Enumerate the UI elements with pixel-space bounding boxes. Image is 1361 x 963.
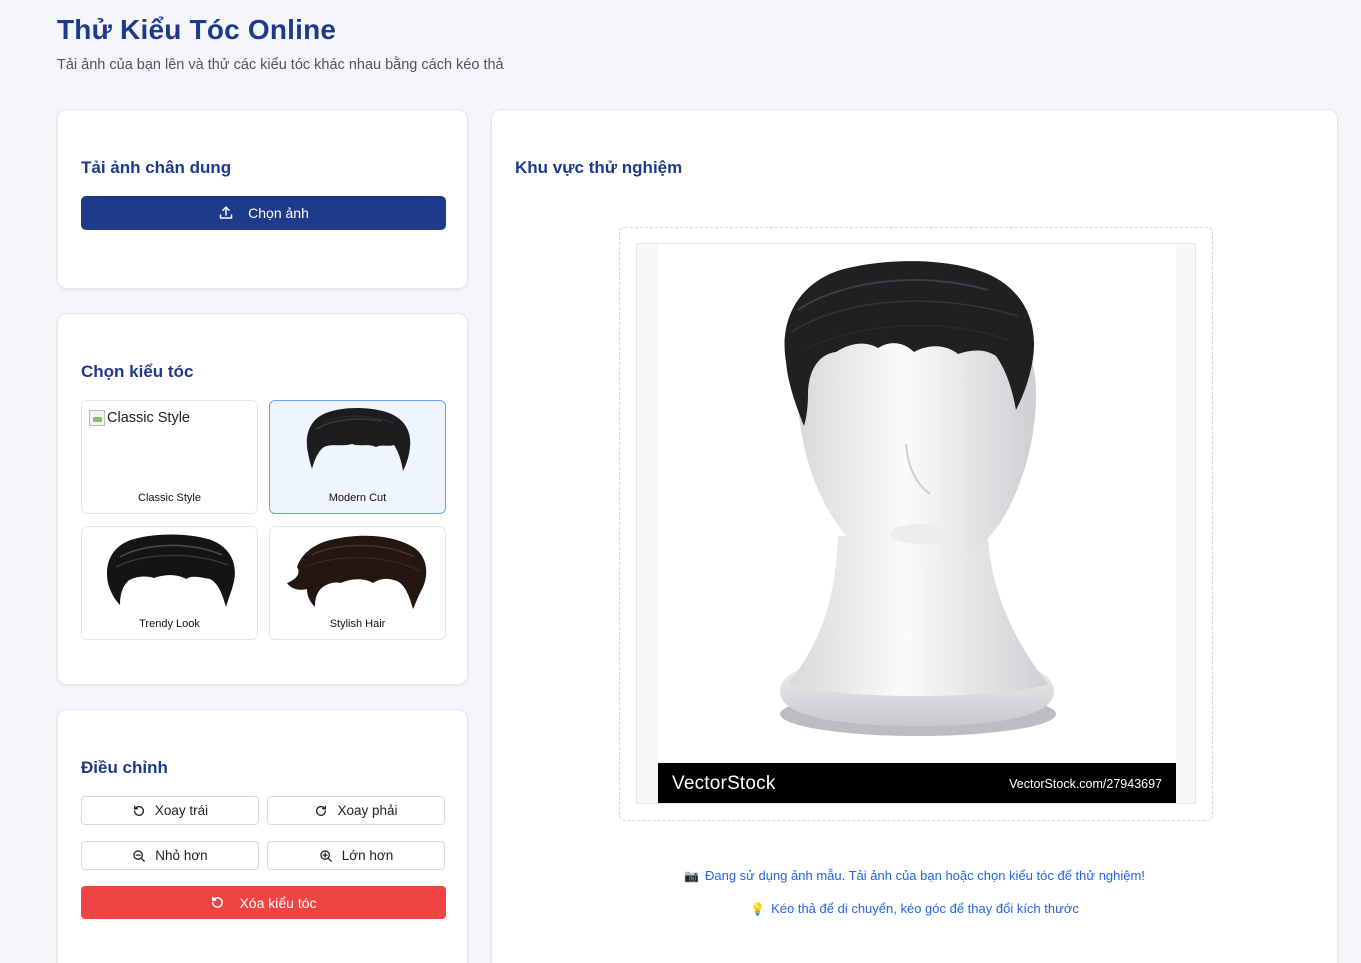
- page-title: Thử Kiểu Tóc Online: [57, 14, 337, 45]
- preview-stage[interactable]: VectorStock VectorStock.com/27943697: [636, 243, 1196, 804]
- test-area-title: Khu vực thử nghiệm: [515, 158, 683, 177]
- watermark-url: VectorStock.com/27943697: [1009, 776, 1162, 791]
- vectorstock-watermark: VectorStock VectorStock.com/27943697: [658, 763, 1176, 803]
- trendy-look-hair-image: [106, 534, 235, 607]
- upload-card: Tải ảnh chân dung Chọn ảnh: [57, 109, 468, 289]
- remove-hairstyle-label: Xóa kiểu tóc: [239, 894, 317, 911]
- lightbulb-icon: 💡: [750, 902, 766, 916]
- watermark-brand: VectorStock: [672, 772, 776, 794]
- hairstyle-label: Trendy Look: [139, 618, 200, 630]
- rotate-left-button[interactable]: Xoay trái: [81, 796, 259, 825]
- rotate-left-icon: [133, 805, 144, 816]
- camera-icon: 📷: [684, 869, 699, 883]
- hairstyle-option-trendy[interactable]: Trendy Look: [81, 526, 258, 640]
- upload-card-title: Tải ảnh chân dung: [81, 158, 232, 177]
- zoom-in-label: Lớn hơn: [341, 848, 394, 863]
- page: Thử Kiểu Tóc Online Tải ảnh của bạn lên …: [0, 0, 1361, 963]
- hairstyle-label: Stylish Hair: [329, 618, 386, 630]
- hairstyle-option-modern[interactable]: Modern Cut: [269, 400, 446, 514]
- stylish-hair-image: [286, 535, 426, 609]
- reset-icon: [212, 896, 224, 908]
- zoom-out-label: Nhỏ hơn: [155, 848, 208, 863]
- hairstyle-label: Classic Style: [138, 492, 201, 504]
- zoom-in-button[interactable]: Lớn hơn: [267, 841, 445, 870]
- broken-image-icon: [89, 410, 105, 426]
- zoom-out-icon: [133, 849, 146, 862]
- modern-cut-hair-image: [306, 408, 410, 471]
- adjust-card-title: Điều chỉnh: [81, 758, 168, 777]
- canvas-drop-zone[interactable]: VectorStock VectorStock.com/27943697: [619, 227, 1213, 821]
- sample-image-hint: 📷 Đang sử dụng ảnh mẫu. Tải ảnh của bạn h…: [492, 868, 1337, 883]
- page-subtitle: Tải ảnh của bạn lên và thử các kiểu tóc …: [57, 57, 504, 73]
- sample-image-hint-text: Đang sử dụng ảnh mẫu. Tải ảnh của bạn ho…: [704, 868, 1145, 883]
- hairstyle-card: Chọn kiểu tóc Classic Style Classic Styl…: [57, 313, 468, 685]
- hairstyle-label: Modern Cut: [328, 492, 387, 504]
- broken-image-alt: Classic Style: [107, 410, 190, 426]
- zoom-out-button[interactable]: Nhỏ hơn: [81, 841, 259, 870]
- choose-image-button[interactable]: Chọn ảnh: [81, 196, 446, 230]
- remove-hairstyle-button[interactable]: Xóa kiểu tóc: [81, 886, 446, 919]
- zoom-in-icon: [320, 849, 332, 862]
- drag-hint-text: Kéo thả để di chuyển, kéo góc để thay đổ…: [771, 901, 1079, 916]
- choose-image-label: Chọn ảnh: [248, 205, 309, 221]
- hairstyle-card-title: Chọn kiểu tóc: [81, 362, 194, 381]
- drag-hint: 💡 Kéo thả để di chuyển, kéo góc để thay đ…: [492, 901, 1337, 916]
- hairstyle-grid: Classic Style Classic Style Modern Cut T…: [81, 400, 446, 640]
- rotate-right-label: Xoay phải: [337, 803, 398, 818]
- adjust-card: Điều chỉnh Xoay trái Xoay phải Nhỏ hơn L…: [57, 709, 468, 963]
- hairstyle-option-classic[interactable]: Classic Style Classic Style: [81, 400, 258, 514]
- rotate-left-label: Xoay trái: [154, 803, 209, 818]
- mannequin-photo: VectorStock VectorStock.com/27943697: [658, 244, 1176, 803]
- mannequin-head-image: [780, 261, 1056, 736]
- test-area-card: Khu vực thử nghiệm VectorStock VectorSto…: [491, 109, 1338, 963]
- broken-image: Classic Style: [89, 410, 190, 426]
- upload-icon: [219, 206, 233, 219]
- hairstyle-option-stylish[interactable]: Stylish Hair: [269, 526, 446, 640]
- rotate-right-button[interactable]: Xoay phải: [267, 796, 445, 825]
- rotate-right-icon: [316, 805, 327, 816]
